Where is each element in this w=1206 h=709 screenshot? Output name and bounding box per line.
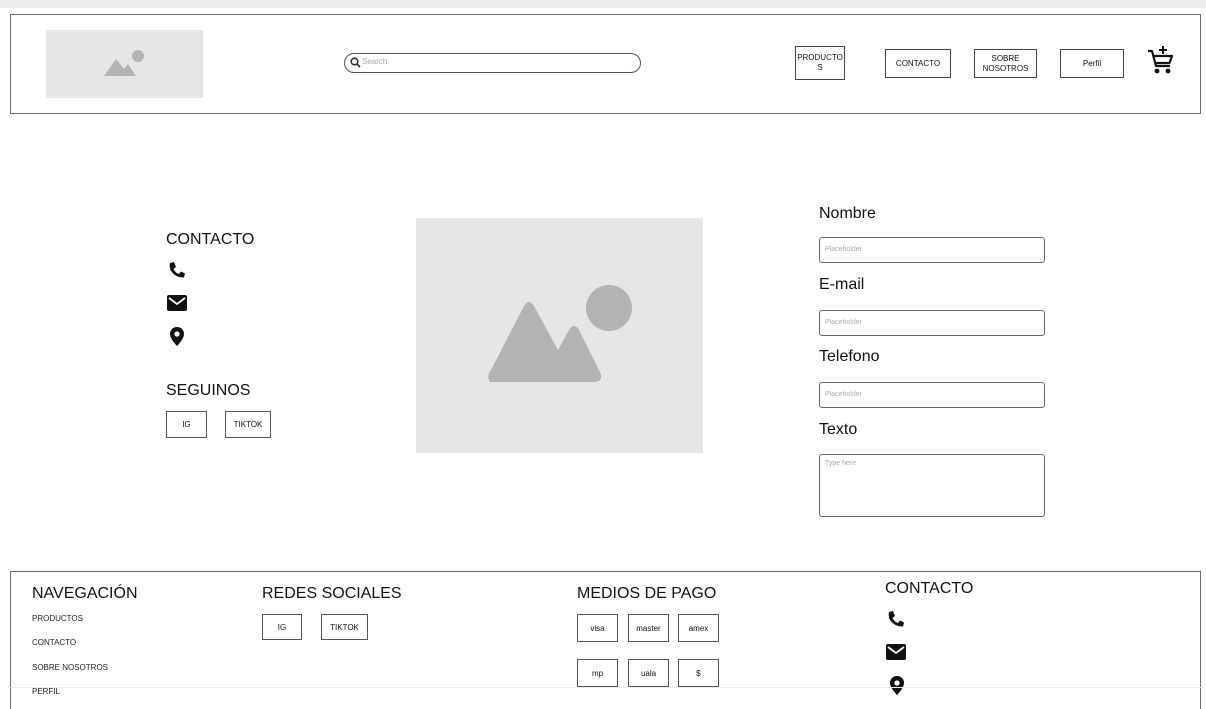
footer-divider	[10, 687, 1201, 688]
tiktok-button[interactable]: TIKTOK	[225, 411, 271, 438]
email-placeholder: Placeholder	[825, 319, 862, 326]
footer-link-perfil[interactable]: PERFIL	[32, 687, 60, 696]
follow-title: SEGUINOS	[166, 382, 251, 399]
logo-placeholder[interactable]	[46, 30, 203, 98]
nav-sobre-nosotros-button[interactable]: SOBRE NOSOTROS	[974, 49, 1037, 78]
cart-add-icon[interactable]	[1147, 46, 1175, 76]
field-label-telefono: Telefono	[819, 348, 880, 365]
hero-image-placeholder	[416, 218, 703, 453]
texto-placeholder: Type here	[825, 460, 857, 467]
telefono-placeholder: Placeholder	[825, 391, 862, 398]
footer-nav-title: NAVEGACIÓN	[32, 585, 138, 602]
footer-link-contacto[interactable]: CONTACTO	[32, 638, 76, 647]
site-header: Search PRODUCTO S CONTACTO SOBRE NOSOTRO…	[10, 14, 1201, 114]
payment-mp[interactable]: mp	[577, 659, 618, 687]
email-input[interactable]: Placeholder	[819, 310, 1045, 336]
nav-contacto-button[interactable]: CONTACTO	[885, 49, 951, 78]
contact-title: CONTACTO	[166, 231, 255, 248]
nombre-input[interactable]: Placeholder	[819, 237, 1045, 263]
footer-link-sobre-nosotros[interactable]: SOBRE NOSOTROS	[32, 663, 108, 672]
phone-icon[interactable]	[887, 610, 905, 628]
mail-icon[interactable]	[886, 644, 906, 660]
payment-cash[interactable]: $	[678, 659, 719, 687]
footer-payment-title: MEDIOS DE PAGO	[577, 585, 717, 602]
field-label-nombre: Nombre	[819, 205, 876, 222]
top-strip	[0, 0, 1206, 8]
location-pin-icon[interactable]	[890, 676, 904, 695]
payment-master[interactable]: master	[628, 614, 669, 642]
site-footer: NAVEGACIÓN PRODUCTOS CONTACTO SOBRE NOSO…	[10, 571, 1201, 709]
field-label-email: E-mail	[819, 276, 865, 293]
texto-textarea[interactable]: Type here	[819, 454, 1045, 517]
search-input[interactable]: Search	[344, 53, 641, 73]
field-label-texto: Texto	[819, 421, 858, 438]
search-icon	[350, 57, 361, 68]
nav-productos-button[interactable]: PRODUCTO S	[795, 46, 845, 80]
footer-tiktok-button[interactable]: TIKTOK	[321, 614, 368, 640]
footer-ig-button[interactable]: IG	[262, 614, 302, 640]
location-pin-icon[interactable]	[170, 327, 184, 346]
payment-visa[interactable]: visa	[577, 614, 618, 642]
nombre-placeholder: Placeholder	[825, 246, 862, 253]
nav-perfil-button[interactable]: Perfil	[1060, 49, 1124, 78]
footer-contact-title: CONTACTO	[885, 580, 974, 597]
telefono-input[interactable]: Placeholder	[819, 382, 1045, 408]
payment-uala[interactable]: uala	[628, 659, 669, 687]
footer-social-title: REDES SOCIALES	[262, 585, 402, 602]
image-placeholder-icon	[104, 50, 144, 76]
footer-link-productos[interactable]: PRODUCTOS	[32, 614, 83, 623]
search-placeholder: Search	[362, 57, 388, 66]
ig-button[interactable]: IG	[166, 411, 207, 438]
image-placeholder-icon	[488, 285, 632, 382]
phone-icon[interactable]	[168, 261, 186, 279]
mail-icon[interactable]	[167, 295, 187, 311]
payment-amex[interactable]: amex	[678, 614, 719, 642]
